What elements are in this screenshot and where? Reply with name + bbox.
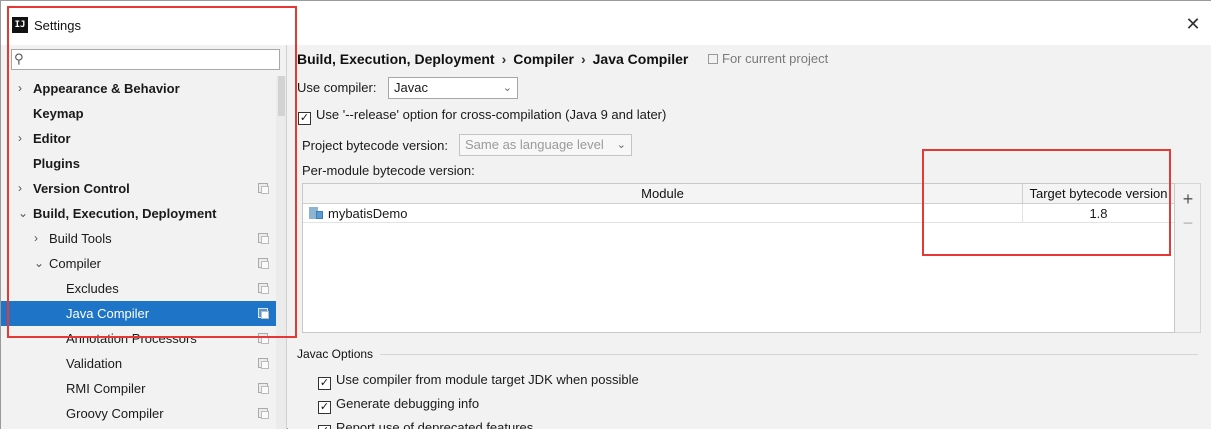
chevron-down-icon: ⌄ (616, 139, 626, 151)
chevron-right-icon[interactable]: › (18, 176, 28, 201)
breadcrumb-separator: › (580, 51, 586, 67)
sidebar-scrollbar[interactable] (276, 76, 286, 429)
compiler-select-value: Javac (394, 80, 428, 95)
option-deprecated[interactable]: ✓ Report use of deprecated features (318, 420, 533, 429)
javac-options-title: Javac Options (297, 347, 374, 361)
use-compiler-label: Use compiler: (297, 80, 377, 95)
project-bytecode-select[interactable]: Same as language level ⌄ (459, 134, 632, 156)
project-scope-icon (258, 383, 269, 394)
module-folder-icon (309, 207, 323, 219)
scope-text: For current project (722, 51, 829, 66)
search-icon: ⚲ (14, 51, 24, 66)
table-row-module-cell[interactable]: mybatisDemo (303, 204, 1023, 223)
settings-sidebar: ⚲ › Appearance & Behavior Keymap › Editor Plu… (1, 45, 287, 429)
sidebar-item-label: Editor (33, 131, 71, 146)
option-debug-info-label: Generate debugging info (336, 396, 480, 411)
project-scope-icon (258, 233, 269, 244)
project-scope-icon (708, 54, 718, 64)
search-box[interactable]: ⚲ (11, 49, 280, 70)
project-scope-icon (258, 283, 269, 294)
sidebar-item-label: Java Compiler (66, 306, 150, 321)
release-option-label: Use '--release' option for cross-compila… (316, 107, 667, 122)
settings-tree: › Appearance & Behavior Keymap › Editor Plugi… (1, 76, 286, 426)
project-scope-icon (258, 333, 269, 344)
sidebar-item-label: Build Tools (49, 231, 112, 246)
sidebar-item-label: Validation (66, 356, 123, 371)
project-bytecode-value: Same as language level (465, 137, 604, 152)
sidebar-item-label: Compiler (49, 256, 102, 271)
sidebar-item-plugins[interactable]: Plugins (1, 151, 286, 176)
chevron-down-icon[interactable]: ⌄ (18, 201, 28, 226)
sidebar-item-editor[interactable]: › Editor (1, 126, 286, 151)
breadcrumb: Build, Execution, Deployment › Compiler › Ja… (297, 51, 688, 67)
chevron-down-icon: ⌄ (502, 82, 512, 94)
close-button[interactable]: ✕ (1182, 13, 1204, 35)
sidebar-item-compiler[interactable]: ⌄ Compiler (1, 251, 286, 276)
chevron-right-icon[interactable]: › (34, 226, 44, 251)
sidebar-item-label: Excludes (66, 281, 119, 296)
sidebar-item-label: Appearance & Behavior (33, 81, 180, 96)
option-target-jdk-label: Use compiler from module target JDK when… (336, 372, 639, 387)
sidebar-item-label: RMI Compiler (66, 381, 146, 396)
add-module-button[interactable]: + (1180, 190, 1196, 208)
project-scope-icon (258, 408, 269, 419)
chevron-right-icon[interactable]: › (18, 126, 28, 151)
group-divider (380, 354, 1198, 355)
settings-content: Build, Execution, Deployment › Compiler › Ja… (288, 45, 1211, 429)
option-deprecated-checkbox[interactable]: ✓ (318, 425, 331, 429)
breadcrumb-part-3: Java Compiler (592, 51, 689, 67)
chevron-right-icon[interactable]: › (18, 76, 28, 101)
sidebar-item-label: Groovy Compiler (66, 406, 164, 421)
sidebar-item-label: Annotation Processors (66, 331, 197, 346)
remove-module-button[interactable]: − (1180, 214, 1196, 232)
project-scope-icon (258, 358, 269, 369)
settings-window: IJ Settings ✕ ⚲ › Appearance & Behavior Ke… (0, 0, 1211, 429)
table-row-target-cell[interactable]: 1.8 (1023, 204, 1174, 223)
sidebar-item-label: Version Control (33, 181, 130, 196)
chevron-down-icon[interactable]: ⌄ (34, 251, 44, 276)
sidebar-item-build-tools[interactable]: › Build Tools (1, 226, 286, 251)
sidebar-item-rmi-compiler[interactable]: RMI Compiler (1, 376, 286, 401)
per-module-label: Per-module bytecode version: (302, 163, 475, 178)
project-scope-icon (258, 183, 269, 194)
table-toolbar: + − (1175, 183, 1201, 333)
sidebar-item-keymap[interactable]: Keymap (1, 101, 286, 126)
sidebar-item-label: Build, Execution, Deployment (33, 206, 217, 221)
module-name: mybatisDemo (328, 206, 408, 221)
sidebar-item-appearance-behavior[interactable]: › Appearance & Behavior (1, 76, 286, 101)
sidebar-item-label: Keymap (33, 106, 84, 121)
scope-label: For current project (708, 51, 828, 66)
sidebar-scrollbar-thumb[interactable] (278, 76, 285, 116)
intellij-logo-icon: IJ (12, 17, 28, 33)
release-option-row[interactable]: ✓ Use '--release' option for cross-compil… (298, 107, 666, 125)
sidebar-item-version-control[interactable]: › Version Control (1, 176, 286, 201)
sidebar-item-java-compiler[interactable]: Java Compiler (1, 301, 286, 326)
breadcrumb-separator: › (501, 51, 507, 67)
option-debug-info[interactable]: ✓ Generate debugging info (318, 396, 479, 414)
breadcrumb-part-2[interactable]: Compiler (513, 51, 574, 67)
module-bytecode-table: Module Target bytecode version mybatisDe… (302, 183, 1175, 333)
sidebar-item-annotation-processors[interactable]: Annotation Processors (1, 326, 286, 351)
compiler-select[interactable]: Javac ⌄ (388, 77, 518, 99)
sidebar-item-build-execution-deployment[interactable]: ⌄ Build, Execution, Deployment (1, 201, 286, 226)
sidebar-item-validation[interactable]: Validation (1, 351, 286, 376)
title-bar: IJ Settings ✕ (1, 1, 1211, 45)
option-deprecated-label: Report use of deprecated features (336, 420, 534, 429)
project-bytecode-label: Project bytecode version: (302, 138, 448, 153)
sidebar-item-label: Plugins (33, 156, 80, 171)
project-scope-icon (258, 258, 269, 269)
search-input[interactable] (36, 52, 276, 68)
column-header-target[interactable]: Target bytecode version (1023, 184, 1174, 204)
project-scope-icon (258, 308, 269, 319)
sidebar-item-excludes[interactable]: Excludes (1, 276, 286, 301)
sidebar-item-groovy-compiler[interactable]: Groovy Compiler (1, 401, 286, 426)
option-debug-info-checkbox[interactable]: ✓ (318, 401, 331, 414)
release-option-checkbox[interactable]: ✓ (298, 112, 311, 125)
column-header-module[interactable]: Module (303, 184, 1023, 204)
option-target-jdk-checkbox[interactable]: ✓ (318, 377, 331, 390)
option-target-jdk[interactable]: ✓ Use compiler from module target JDK whe… (318, 372, 639, 390)
breadcrumb-part-1[interactable]: Build, Execution, Deployment (297, 51, 495, 67)
window-title: Settings (34, 18, 81, 33)
